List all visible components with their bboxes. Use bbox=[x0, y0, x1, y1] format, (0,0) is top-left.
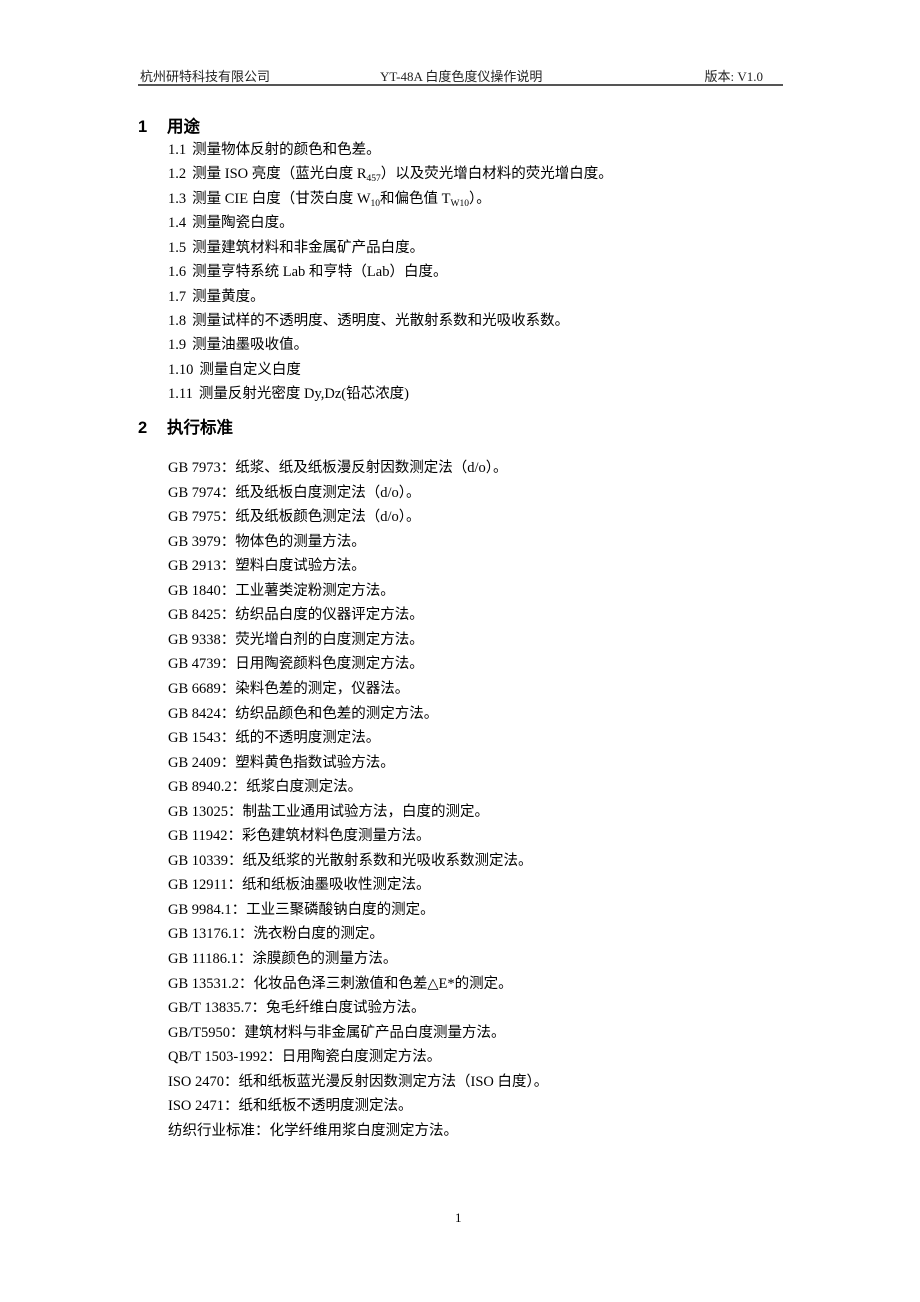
item-text: 和偏色值 T bbox=[380, 191, 451, 207]
standard-item: GB 7974：纸及纸板白度测定法（d/o）。 bbox=[168, 484, 421, 501]
standard-item: GB 1543：纸的不透明度测定法。 bbox=[168, 730, 381, 747]
item-index: 1.8 bbox=[168, 313, 187, 329]
item-index: 1.11 bbox=[168, 386, 193, 402]
list-item: 1.11 测量反射光密度 Dy,Dz(铅芯浓度) bbox=[168, 382, 409, 403]
item-index: 1.7 bbox=[168, 289, 187, 305]
header-doc-title: YT-48A 白度色度仪操作说明 bbox=[380, 69, 543, 84]
standard-item: GB 1840：工业薯类淀粉测定方法。 bbox=[168, 582, 395, 599]
section-number: 2 bbox=[138, 419, 148, 437]
standard-item: GB 13176.1：洗衣粉白度的测定。 bbox=[168, 926, 384, 943]
standard-item: GB 7973：纸浆、纸及纸板漫反射因数测定法（d/o）。 bbox=[168, 460, 508, 476]
section-number: 1 bbox=[138, 118, 148, 136]
standard-item: ISO 2470：纸和纸板蓝光漫反射因数测定方法（ISO 白度）。 bbox=[168, 1073, 549, 1090]
item-text: 测量自定义白度 bbox=[199, 362, 301, 378]
header-company: 杭州研特科技有限公司 bbox=[140, 69, 271, 84]
item-text: ）。 bbox=[469, 191, 491, 207]
item-text: 测量试样的不透明度、透明度、光散射系数和光吸收系数。 bbox=[192, 313, 570, 329]
item-text: 测量建筑材料和非金属矿产品白度。 bbox=[192, 240, 425, 256]
standard-item: GB 13025：制盐工业通用试验方法，白度的测定。 bbox=[168, 803, 490, 820]
standard-item: GB/T5950：建筑材料与非金属矿产品白度测量方法。 bbox=[168, 1024, 506, 1041]
item-text: ）以及荧光增白材料的荧光增白度。 bbox=[380, 166, 613, 182]
standard-item: GB 2409：塑料黄色指数试验方法。 bbox=[168, 754, 395, 771]
standard-item: GB 11186.1：涂膜颜色的测量方法。 bbox=[168, 951, 398, 967]
standard-item: GB 8940.2：纸浆白度测定法。 bbox=[168, 779, 363, 796]
item-index: 1.9 bbox=[168, 337, 187, 353]
list-item: 1.7 测量黄度。 bbox=[168, 285, 265, 306]
item-text: 测量物体反射的颜色和色差。 bbox=[192, 142, 381, 158]
standard-item: GB 9984.1：工业三聚磷酸钠白度的测定。 bbox=[168, 901, 435, 918]
standard-item: GB 6689：染料色差的测定，仪器法。 bbox=[168, 680, 410, 697]
standard-item: GB 13531.2：化妆品色泽三刺激值和色差△E*的测定。 bbox=[168, 975, 513, 992]
list-item: 1.2 测量 ISO 亮度（蓝光白度 R457）以及荧光增白材料的荧光增白度。 bbox=[168, 162, 613, 184]
list-item: 1.3 测量 CIE 白度（甘茨白度 W10和偏色值 TW10）。 bbox=[168, 187, 491, 209]
list-item: 1.6 测量亨特系统 Lab 和亨特（Lab）白度。 bbox=[168, 260, 447, 281]
standard-item: GB 10339：纸及纸浆的光散射系数和光吸收系数测定法。 bbox=[168, 852, 533, 869]
item-text: 测量油墨吸收值。 bbox=[192, 337, 309, 353]
subscript: 10 bbox=[370, 199, 381, 209]
standard-item: GB 2913：塑料白度试验方法。 bbox=[168, 558, 366, 575]
section-heading-standards: 2 执行标准 bbox=[138, 414, 233, 438]
item-index: 1.2 bbox=[168, 166, 187, 182]
item-index: 1.10 bbox=[168, 362, 194, 378]
list-item: 1.5 测量建筑材料和非金属矿产品白度。 bbox=[168, 236, 424, 257]
standard-item: GB 7975：纸及纸板颜色测定法（d/o）。 bbox=[168, 509, 421, 526]
standard-item: 纺织行业标准：化学纤维用浆白度测定方法。 bbox=[168, 1122, 458, 1139]
item-text: 测量反射光密度 Dy,Dz(铅芯浓度) bbox=[198, 386, 409, 402]
standard-item: GB 11942：彩色建筑材料色度测量方法。 bbox=[168, 828, 431, 845]
list-item: 1.9 测量油墨吸收值。 bbox=[168, 333, 308, 354]
standard-item: ISO 2471：纸和纸板不透明度测定法。 bbox=[168, 1098, 413, 1115]
item-text: 测量黄度。 bbox=[192, 289, 265, 305]
standard-item: GB 3979：物体色的测量方法。 bbox=[168, 533, 366, 550]
standard-item: GB 12911：纸和纸板油墨吸收性测定法。 bbox=[168, 877, 431, 894]
standard-item: QB/T 1503-1992：日用陶瓷白度测定方法。 bbox=[168, 1049, 442, 1066]
item-index: 1.3 bbox=[168, 191, 187, 207]
section-title: 执行标准 bbox=[167, 419, 233, 437]
subscript: W10 bbox=[450, 199, 469, 209]
standard-item: GB 9338：荧光增白剂的白度测定方法。 bbox=[168, 631, 424, 648]
standard-item: GB 8425：纺织品白度的仪器评定方法。 bbox=[168, 607, 424, 624]
list-item: 1.10 测量自定义白度 bbox=[168, 358, 301, 379]
page-header: 杭州研特科技有限公司 YT-48A 白度色度仪操作说明 版本: V1.0 bbox=[138, 64, 783, 84]
item-index: 1.1 bbox=[168, 142, 187, 158]
list-item: 1.4 测量陶瓷白度。 bbox=[168, 211, 294, 232]
header-divider bbox=[138, 84, 783, 86]
item-text: 测量亨特系统 Lab 和亨特（Lab）白度。 bbox=[192, 264, 448, 280]
item-index: 1.4 bbox=[168, 215, 187, 231]
item-text: 测量陶瓷白度。 bbox=[192, 215, 294, 231]
section-heading-purpose: 1 用途 bbox=[138, 113, 200, 137]
standard-item: GB/T 13835.7：兔毛纤维白度试验方法。 bbox=[168, 1000, 426, 1017]
section-title: 用途 bbox=[167, 118, 200, 136]
list-item: 1.1 测量物体反射的颜色和色差。 bbox=[168, 138, 381, 159]
item-text: 测量 CIE 白度（甘茨白度 W bbox=[192, 191, 371, 207]
list-item: 1.8 测量试样的不透明度、透明度、光散射系数和光吸收系数。 bbox=[168, 309, 569, 330]
standard-item: GB 8424：纺织品颜色和色差的测定方法。 bbox=[168, 705, 439, 722]
standard-item: GB 4739：日用陶瓷颜料色度测定方法。 bbox=[168, 656, 424, 673]
item-index: 1.5 bbox=[168, 240, 187, 256]
header-version: 版本: V1.0 bbox=[704, 69, 763, 84]
item-text: 测量 ISO 亮度（蓝光白度 R bbox=[192, 166, 367, 182]
subscript: 457 bbox=[366, 174, 381, 184]
item-index: 1.6 bbox=[168, 264, 187, 280]
page-number: 1 bbox=[455, 1210, 462, 1225]
